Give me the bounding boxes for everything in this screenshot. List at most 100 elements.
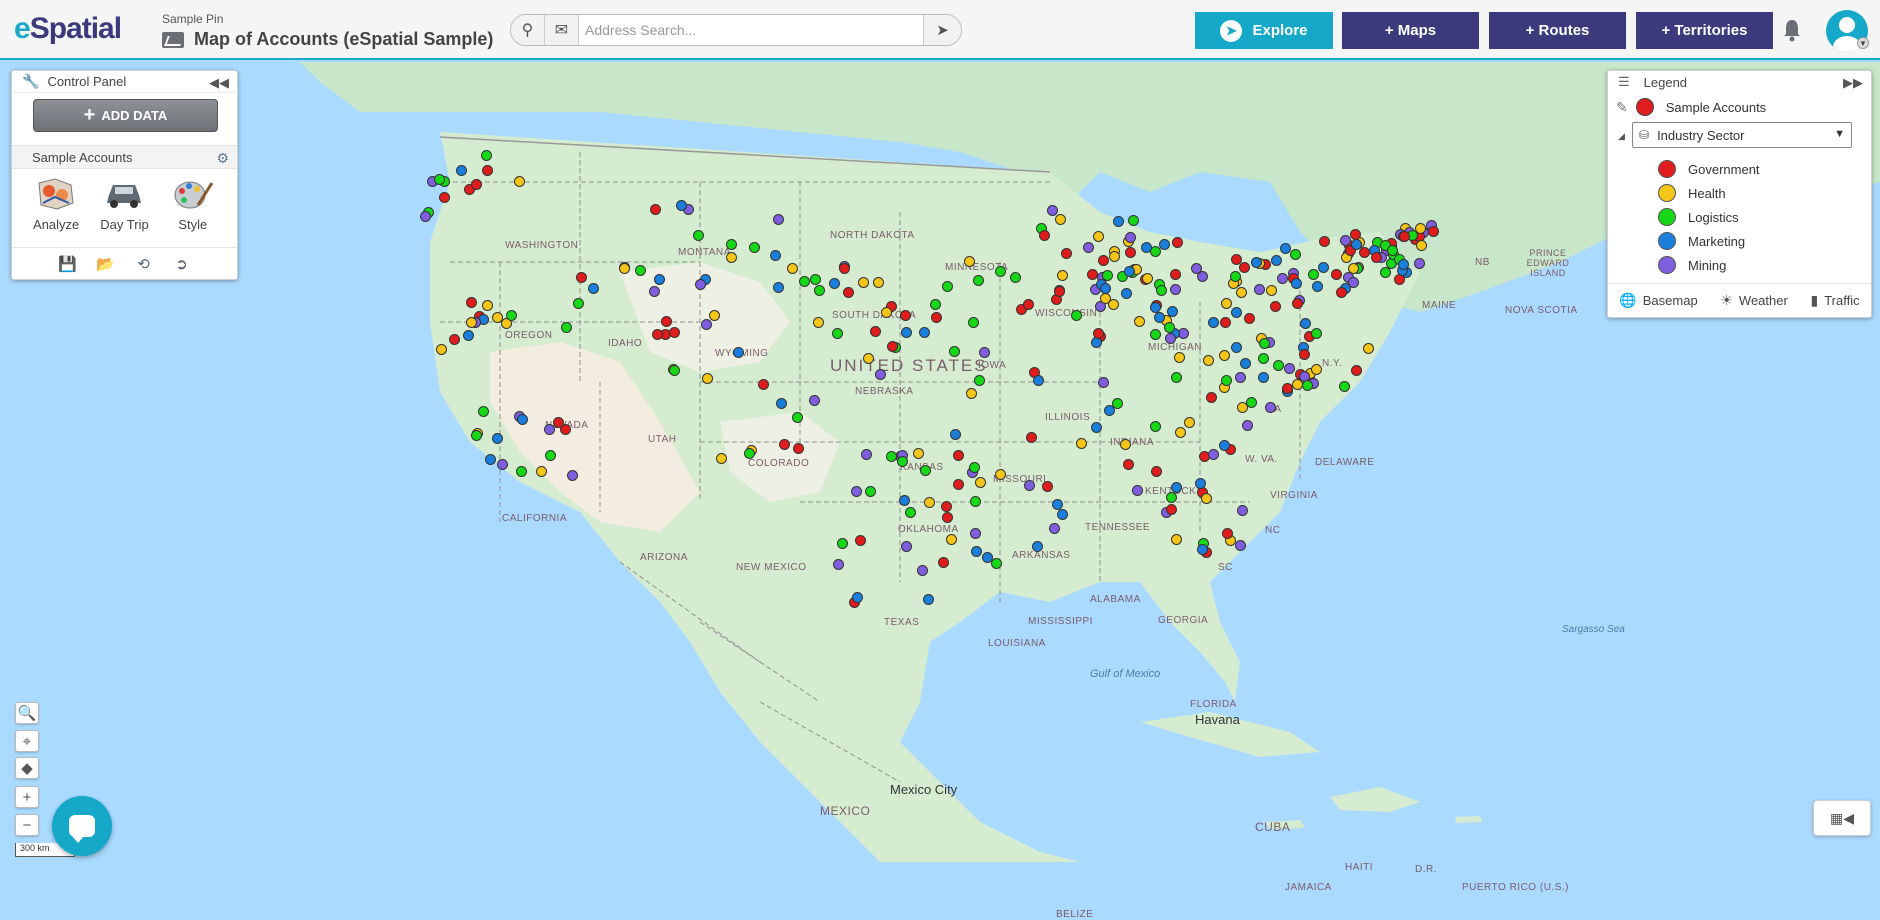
account-marker[interactable] (1299, 349, 1310, 360)
account-marker[interactable] (471, 430, 482, 441)
account-marker[interactable] (436, 344, 447, 355)
account-marker[interactable] (1222, 528, 1233, 539)
account-marker[interactable] (1151, 466, 1162, 477)
account-marker[interactable] (787, 263, 798, 274)
account-marker[interactable] (635, 265, 646, 276)
account-marker[interactable] (733, 347, 744, 358)
legend-item-marketing[interactable]: Marketing (1658, 229, 1760, 253)
account-marker[interactable] (1339, 381, 1350, 392)
account-marker[interactable] (1191, 263, 1202, 274)
account-marker[interactable] (652, 329, 663, 340)
account-marker[interactable] (863, 353, 874, 364)
account-marker[interactable] (995, 266, 1006, 277)
brush-icon[interactable]: ✎ (1616, 99, 1628, 116)
account-marker[interactable] (1039, 230, 1050, 241)
account-marker[interactable] (1416, 240, 1427, 251)
espatial-logo[interactable]: eSpatial (14, 12, 122, 46)
account-marker[interactable] (1259, 338, 1270, 349)
account-marker[interactable] (1235, 372, 1246, 383)
account-marker[interactable] (497, 459, 508, 470)
account-marker[interactable] (439, 192, 450, 203)
account-marker[interactable] (1166, 504, 1177, 515)
account-marker[interactable] (1093, 328, 1104, 339)
account-marker[interactable] (466, 297, 477, 308)
account-marker[interactable] (1351, 365, 1362, 376)
account-marker[interactable] (1150, 329, 1161, 340)
add-territories-button[interactable]: + Territories (1636, 12, 1773, 49)
account-marker[interactable] (1414, 258, 1425, 269)
account-marker[interactable] (1150, 302, 1161, 313)
account-marker[interactable] (1302, 380, 1313, 391)
account-marker[interactable] (1125, 247, 1136, 258)
account-marker[interactable] (1165, 333, 1176, 344)
account-marker[interactable] (1219, 440, 1230, 451)
analyze-tool[interactable]: Analyze (25, 175, 87, 232)
account-marker[interactable] (865, 486, 876, 497)
account-marker[interactable] (553, 417, 564, 428)
account-marker[interactable] (1071, 310, 1082, 321)
account-marker[interactable] (1348, 263, 1359, 274)
account-marker[interactable] (1134, 316, 1145, 327)
account-marker[interactable] (1231, 342, 1242, 353)
layer-row[interactable]: Sample Accounts ⚙ (12, 145, 237, 169)
account-marker[interactable] (923, 594, 934, 605)
account-marker[interactable] (1109, 251, 1120, 262)
day-trip-tool[interactable]: Day Trip (93, 175, 155, 232)
data-grid-button[interactable]: ▦◀ (1813, 800, 1871, 836)
account-marker[interactable] (1221, 375, 1232, 386)
folder-open-icon[interactable]: 📂 (96, 255, 116, 273)
account-marker[interactable] (1100, 283, 1111, 294)
account-marker[interactable] (1108, 299, 1119, 310)
collapse-triangle-icon[interactable]: ◢ (1618, 131, 1625, 142)
account-marker[interactable] (1239, 262, 1250, 273)
account-marker[interactable] (843, 287, 854, 298)
account-marker[interactable] (979, 347, 990, 358)
group-by-select[interactable]: ⛁ Industry Sector ▼ (1632, 122, 1852, 148)
account-marker[interactable] (1195, 478, 1206, 489)
account-marker[interactable] (1175, 427, 1186, 438)
account-marker[interactable] (887, 341, 898, 352)
traffic-button[interactable]: ▮ Traffic (1811, 292, 1860, 309)
account-marker[interactable] (814, 285, 825, 296)
style-tool[interactable]: Style (162, 175, 224, 232)
account-marker[interactable] (1237, 505, 1248, 516)
account-marker[interactable] (1311, 328, 1322, 339)
account-marker[interactable] (941, 501, 952, 512)
account-marker[interactable] (1171, 372, 1182, 383)
account-marker[interactable] (536, 466, 547, 477)
account-marker[interactable] (905, 507, 916, 518)
account-marker[interactable] (744, 448, 755, 459)
account-marker[interactable] (1221, 298, 1232, 309)
account-marker[interactable] (793, 443, 804, 454)
account-marker[interactable] (931, 312, 942, 323)
account-marker[interactable] (1206, 392, 1217, 403)
zoom-in-button[interactable]: + (15, 786, 39, 808)
account-marker[interactable] (466, 317, 477, 328)
export-icon[interactable]: ➲ (172, 255, 192, 273)
account-marker[interactable] (1208, 317, 1219, 328)
account-marker[interactable] (1319, 236, 1330, 247)
account-marker[interactable] (1154, 312, 1165, 323)
account-marker[interactable] (1300, 318, 1311, 329)
account-marker[interactable] (1057, 270, 1068, 281)
account-marker[interactable] (726, 239, 737, 250)
account-marker[interactable] (1010, 272, 1021, 283)
account-marker[interactable] (982, 552, 993, 563)
account-marker[interactable] (851, 486, 862, 497)
account-marker[interactable] (920, 465, 931, 476)
account-marker[interactable] (482, 300, 493, 311)
account-marker[interactable] (545, 450, 556, 461)
account-marker[interactable] (1291, 278, 1302, 289)
account-marker[interactable] (970, 528, 981, 539)
legend-item-logistics[interactable]: Logistics (1658, 205, 1760, 229)
account-marker[interactable] (900, 310, 911, 321)
account-marker[interactable] (517, 414, 528, 425)
account-marker[interactable] (813, 317, 824, 328)
account-marker[interactable] (1312, 281, 1323, 292)
account-marker[interactable] (1258, 372, 1269, 383)
account-marker[interactable] (485, 454, 496, 465)
account-marker[interactable] (881, 307, 892, 318)
account-marker[interactable] (471, 179, 482, 190)
account-marker[interactable] (970, 496, 981, 507)
account-marker[interactable] (773, 214, 784, 225)
